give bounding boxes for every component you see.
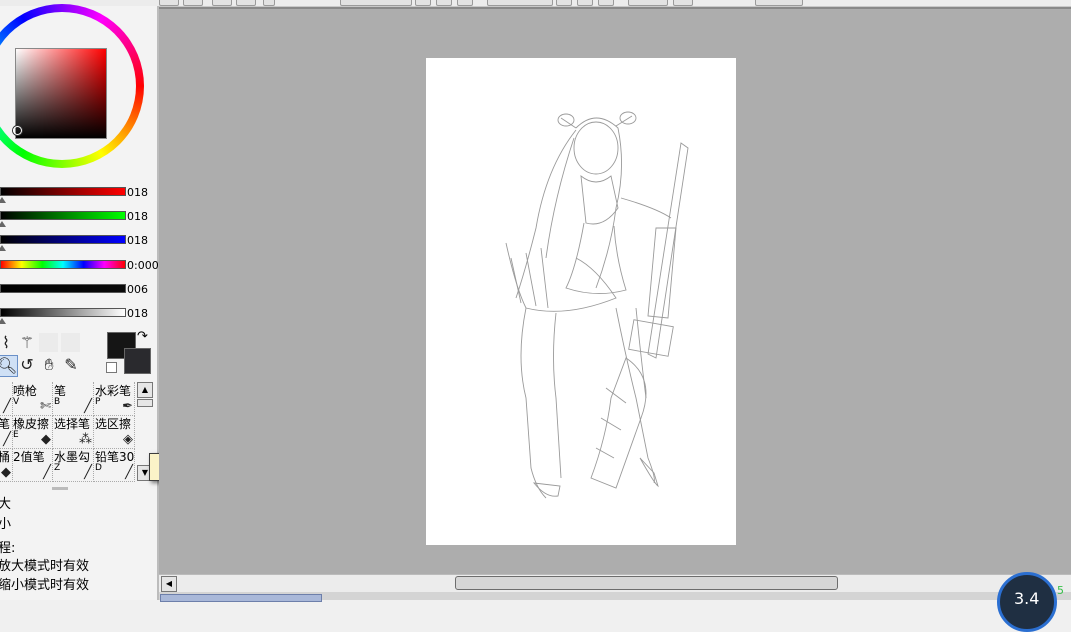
gray-slider-handle[interactable] (0, 318, 6, 324)
option-process-label: 程: (0, 541, 16, 556)
brush-pen[interactable]: 笔 B ╱ (53, 382, 94, 416)
saturation-value-square[interactable] (15, 48, 107, 139)
toolbar-button-1[interactable] (159, 0, 179, 6)
pencil30-icon: ╱ (125, 465, 133, 480)
select-dropdown-1[interactable] (340, 0, 412, 6)
blue-slider-handle[interactable] (0, 245, 6, 251)
toolbar-button-2[interactable] (183, 0, 203, 6)
color-picker-cursor[interactable] (13, 126, 22, 135)
binary-pen-icon: ╱ (43, 465, 51, 480)
document-tab[interactable] (160, 594, 322, 602)
ink-pen-icon: ╱ (84, 465, 92, 480)
toolbar-button-8[interactable] (556, 0, 572, 6)
brush-watercolor[interactable]: 水彩笔 P ✒ (94, 382, 135, 416)
gray-slider[interactable] (0, 308, 126, 317)
option-large-label: 大 (0, 497, 12, 512)
scroll-left-icon[interactable]: ◀ (161, 576, 177, 592)
pen2-icon: ╱ (3, 432, 11, 447)
empty-tool-slot[interactable] (39, 333, 58, 352)
green-slider[interactable] (0, 211, 126, 220)
toolbar-button-5[interactable] (415, 0, 431, 6)
zoom-icon[interactable]: 🔍︎ (0, 355, 18, 377)
toolbar-button-10[interactable] (598, 0, 614, 6)
stabilizer-dropdown[interactable] (755, 0, 803, 6)
zoom-dropdown[interactable] (487, 0, 553, 6)
performance-meter: 3.4 (997, 572, 1057, 632)
rotate-icon[interactable]: ↺ (17, 355, 37, 375)
top-toolbar (0, 0, 1071, 7)
red-value: 018 (127, 186, 148, 199)
brush-palette: ╱ 喷枪 V ✄ 笔 B ╱ 水彩笔 P ✒ 笔 ╱ 橡皮擦 E ◆ 选择笔 ⁂ 选区擦 ◈ 桶 ◆ 2… (0, 382, 135, 482)
green-slider-handle[interactable] (0, 221, 6, 227)
blue-slider[interactable] (0, 235, 126, 244)
scroll-thumb[interactable] (137, 399, 153, 407)
toolbar-button-9[interactable] (577, 0, 593, 6)
hue-value: 0:000 (127, 259, 159, 272)
pen-icon: ╱ (84, 399, 92, 414)
toolbar-button-6[interactable] (436, 0, 452, 6)
horizontal-scroll-thumb[interactable] (455, 576, 838, 590)
red-slider[interactable] (0, 187, 126, 196)
value-slider[interactable] (0, 284, 126, 293)
brush-select-pen[interactable]: 选择笔 ⁂ (53, 415, 94, 449)
toolbar-button-4[interactable] (236, 0, 256, 6)
watercolor-icon: ✒ (122, 399, 133, 414)
option-zoom-in-label: 放大模式时有效 (0, 559, 90, 574)
hue-slider[interactable] (0, 260, 126, 269)
toolbar-button-3[interactable] (212, 0, 232, 6)
meter-side-value: 5 (1057, 584, 1064, 597)
option-small-label: 小 (0, 517, 12, 532)
brush-binary-pen[interactable]: 2值笔 ╱ (12, 448, 53, 482)
empty-tool-slot[interactable] (61, 333, 80, 352)
eraser-icon: ◆ (41, 432, 51, 447)
select-pen-icon: ⁂ (79, 432, 92, 447)
bucket-icon: ◆ (1, 465, 11, 480)
green-value: 018 (127, 210, 148, 223)
gray-value: 018 (127, 307, 148, 320)
toolbar-button-11[interactable] (673, 0, 693, 6)
pencil-icon: ╱ (3, 399, 11, 414)
magic-wand-icon[interactable]: ⚚ (17, 333, 37, 353)
background-color-swatch[interactable] (124, 348, 151, 374)
angle-dropdown[interactable] (628, 0, 668, 6)
blue-value: 018 (127, 234, 148, 247)
brush-pencil30[interactable]: 铅笔30 D ╱ (94, 448, 135, 482)
option-zoom-out-label: 缩小模式时有效 (0, 578, 90, 593)
toolbar-button-7[interactable] (457, 0, 473, 6)
lasso-select-icon[interactable]: ⌇ (0, 333, 16, 353)
scroll-up-icon[interactable]: ▲ (137, 382, 153, 398)
brush-select-eraser[interactable]: 选区擦 ◈ (94, 415, 135, 449)
airbrush-icon: ✄ (40, 399, 51, 414)
eyedropper-icon[interactable]: ✎ (61, 355, 81, 375)
select-eraser-icon: ◈ (123, 432, 133, 447)
brush-ink-pen[interactable]: 水墨勾 Z ╱ (53, 448, 94, 482)
panel-splitter[interactable] (52, 487, 68, 490)
hand-icon[interactable]: ✋︎ (39, 355, 59, 375)
brush-eraser[interactable]: 橡皮擦 E ◆ (12, 415, 53, 449)
red-slider-handle[interactable] (0, 197, 6, 203)
line-art-sketch (505, 111, 689, 499)
swap-colors-icon[interactable]: ↷ (137, 329, 148, 344)
value-value: 006 (127, 283, 148, 296)
drawing-paper[interactable] (426, 58, 736, 545)
reset-colors-icon[interactable] (106, 362, 117, 373)
edge-checkbox[interactable] (263, 0, 275, 6)
brush-airbrush[interactable]: 喷枪 V ✄ (12, 382, 53, 416)
